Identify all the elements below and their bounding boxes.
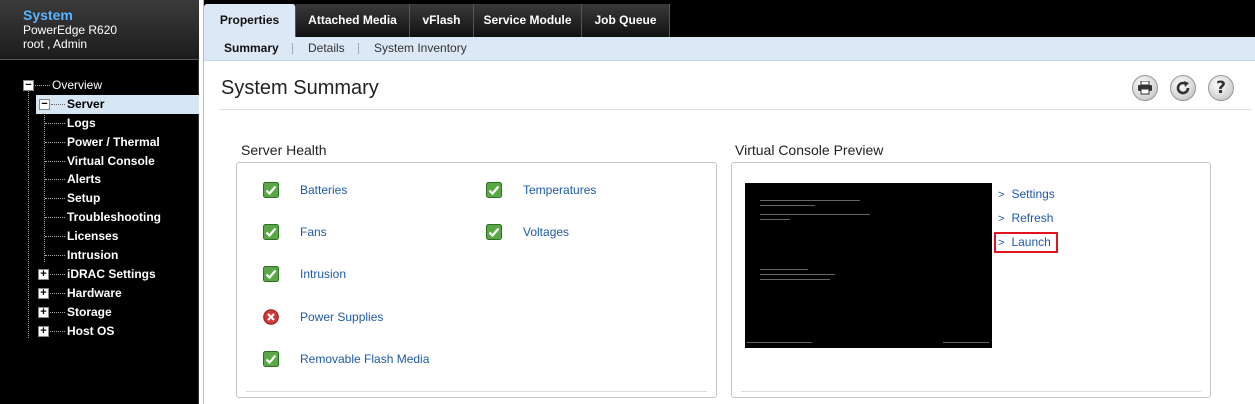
- refresh-icon: [1176, 81, 1190, 95]
- expand-icon[interactable]: +: [38, 326, 49, 337]
- collapse-icon[interactable]: −: [39, 99, 50, 110]
- title-divider: [219, 109, 1251, 110]
- console-text-line: [943, 342, 989, 343]
- console-settings-link[interactable]: > Settings: [998, 187, 1055, 201]
- tree-item-setup[interactable]: Setup: [0, 189, 199, 208]
- tree-item-label: Troubleshooting: [67, 210, 161, 224]
- link-label: Refresh: [1011, 211, 1054, 225]
- tree-item-label: Host OS: [67, 324, 115, 338]
- health-link[interactable]: Fans: [300, 225, 327, 239]
- tree-item-label: Licenses: [67, 229, 119, 243]
- console-text-line: [760, 269, 808, 270]
- health-link[interactable]: Batteries: [300, 183, 347, 197]
- sub-tab-bar: Summary Details System Inventory: [204, 37, 1255, 61]
- launch-highlight-box: [994, 232, 1058, 253]
- subtab-system-inventory[interactable]: System Inventory: [374, 41, 467, 55]
- left-nav-pane: System PowerEdge R620 root , Admin − Ove…: [0, 0, 199, 404]
- tab-properties[interactable]: Properties: [204, 4, 296, 37]
- tree-item-virtual-console[interactable]: Virtual Console: [0, 152, 199, 171]
- status-ok-icon: [486, 182, 502, 198]
- tree-item-idrac-settings[interactable]: + iDRAC Settings: [0, 265, 199, 284]
- tree-item-label: Server: [67, 97, 105, 111]
- tree-item-hardware[interactable]: + Hardware: [0, 284, 199, 303]
- system-title[interactable]: System: [23, 8, 199, 23]
- system-model: PowerEdge R620: [23, 23, 118, 37]
- console-text-line: [760, 274, 835, 275]
- status-ok-icon: [263, 182, 279, 198]
- print-button[interactable]: [1132, 75, 1158, 101]
- console-refresh-link[interactable]: > Refresh: [998, 211, 1053, 225]
- console-preview-image[interactable]: [745, 183, 992, 348]
- refresh-button[interactable]: [1170, 75, 1196, 101]
- tree-item-label: Intrusion: [67, 248, 119, 262]
- console-text-line: [760, 279, 830, 280]
- tree-item-alerts[interactable]: Alerts: [0, 170, 199, 189]
- tree-item-power-thermal[interactable]: Power / Thermal: [0, 133, 199, 152]
- page-title: System Summary: [221, 77, 379, 99]
- tree-item-label: Storage: [67, 305, 112, 319]
- tab-service-module[interactable]: Service Module: [474, 4, 582, 37]
- system-user: root , Admin: [23, 37, 88, 51]
- link-label: Settings: [1011, 187, 1055, 201]
- tree-item-troubleshooting[interactable]: Troubleshooting: [0, 208, 199, 227]
- tree-item-logs[interactable]: Logs: [0, 114, 199, 133]
- health-link[interactable]: Power Supplies: [300, 310, 383, 324]
- status-ok-icon: [263, 351, 279, 367]
- status-ok-icon: [263, 224, 279, 240]
- chevron-right-icon: >: [998, 189, 1005, 201]
- console-text-line: [760, 205, 815, 206]
- expand-icon[interactable]: +: [38, 307, 49, 318]
- tree-item-label: Overview: [52, 78, 103, 92]
- expand-icon[interactable]: +: [38, 269, 49, 280]
- help-icon: ?: [1216, 78, 1226, 98]
- status-ok-icon: [486, 224, 502, 240]
- main-tab-bar: Properties Attached Media vFlash Service…: [204, 0, 1255, 37]
- tab-vflash[interactable]: vFlash: [410, 4, 474, 37]
- chevron-right-icon: >: [998, 213, 1005, 225]
- tree-item-intrusion[interactable]: Intrusion: [0, 246, 199, 265]
- tree-item-host-os[interactable]: + Host OS: [0, 322, 199, 341]
- console-preview-title: Virtual Console Preview: [735, 142, 884, 158]
- console-text-line: [747, 342, 812, 343]
- tree-item-label: iDRAC Settings: [67, 267, 156, 281]
- status-error-icon: [263, 309, 279, 325]
- tab-attached-media[interactable]: Attached Media: [296, 4, 410, 37]
- printer-icon: [1138, 81, 1152, 95]
- tree-item-overview[interactable]: − Overview: [0, 76, 199, 95]
- tree-item-label: Alerts: [67, 172, 102, 186]
- subtab-divider: [292, 43, 293, 54]
- tree-item-label: Virtual Console: [67, 154, 155, 168]
- tree-item-server[interactable]: − Server: [36, 95, 199, 114]
- tree-item-storage[interactable]: + Storage: [0, 303, 199, 322]
- health-link[interactable]: Intrusion: [300, 267, 346, 281]
- tree-item-label: Setup: [67, 191, 101, 205]
- console-text-line: [760, 200, 860, 201]
- tree-item-label: Logs: [67, 116, 96, 130]
- console-text-line: [760, 214, 870, 215]
- expand-icon[interactable]: +: [38, 288, 49, 299]
- health-link[interactable]: Removable Flash Media: [300, 352, 429, 366]
- health-link[interactable]: Temperatures: [523, 183, 596, 197]
- tree-item-licenses[interactable]: Licenses: [0, 227, 199, 246]
- server-health-title: Server Health: [241, 142, 327, 158]
- system-header: System PowerEdge R620 root , Admin: [0, 0, 199, 60]
- status-ok-icon: [263, 266, 279, 282]
- collapse-icon[interactable]: −: [23, 80, 34, 91]
- tree-item-label: Hardware: [67, 286, 122, 300]
- subtab-divider: [358, 43, 359, 54]
- help-button[interactable]: ?: [1208, 75, 1234, 101]
- subtab-summary[interactable]: Summary: [224, 41, 279, 55]
- health-link[interactable]: Voltages: [523, 225, 569, 239]
- tree-item-label: Power / Thermal: [67, 135, 160, 149]
- tab-job-queue[interactable]: Job Queue: [582, 4, 670, 37]
- console-text-line: [760, 219, 790, 220]
- subtab-details[interactable]: Details: [308, 41, 345, 55]
